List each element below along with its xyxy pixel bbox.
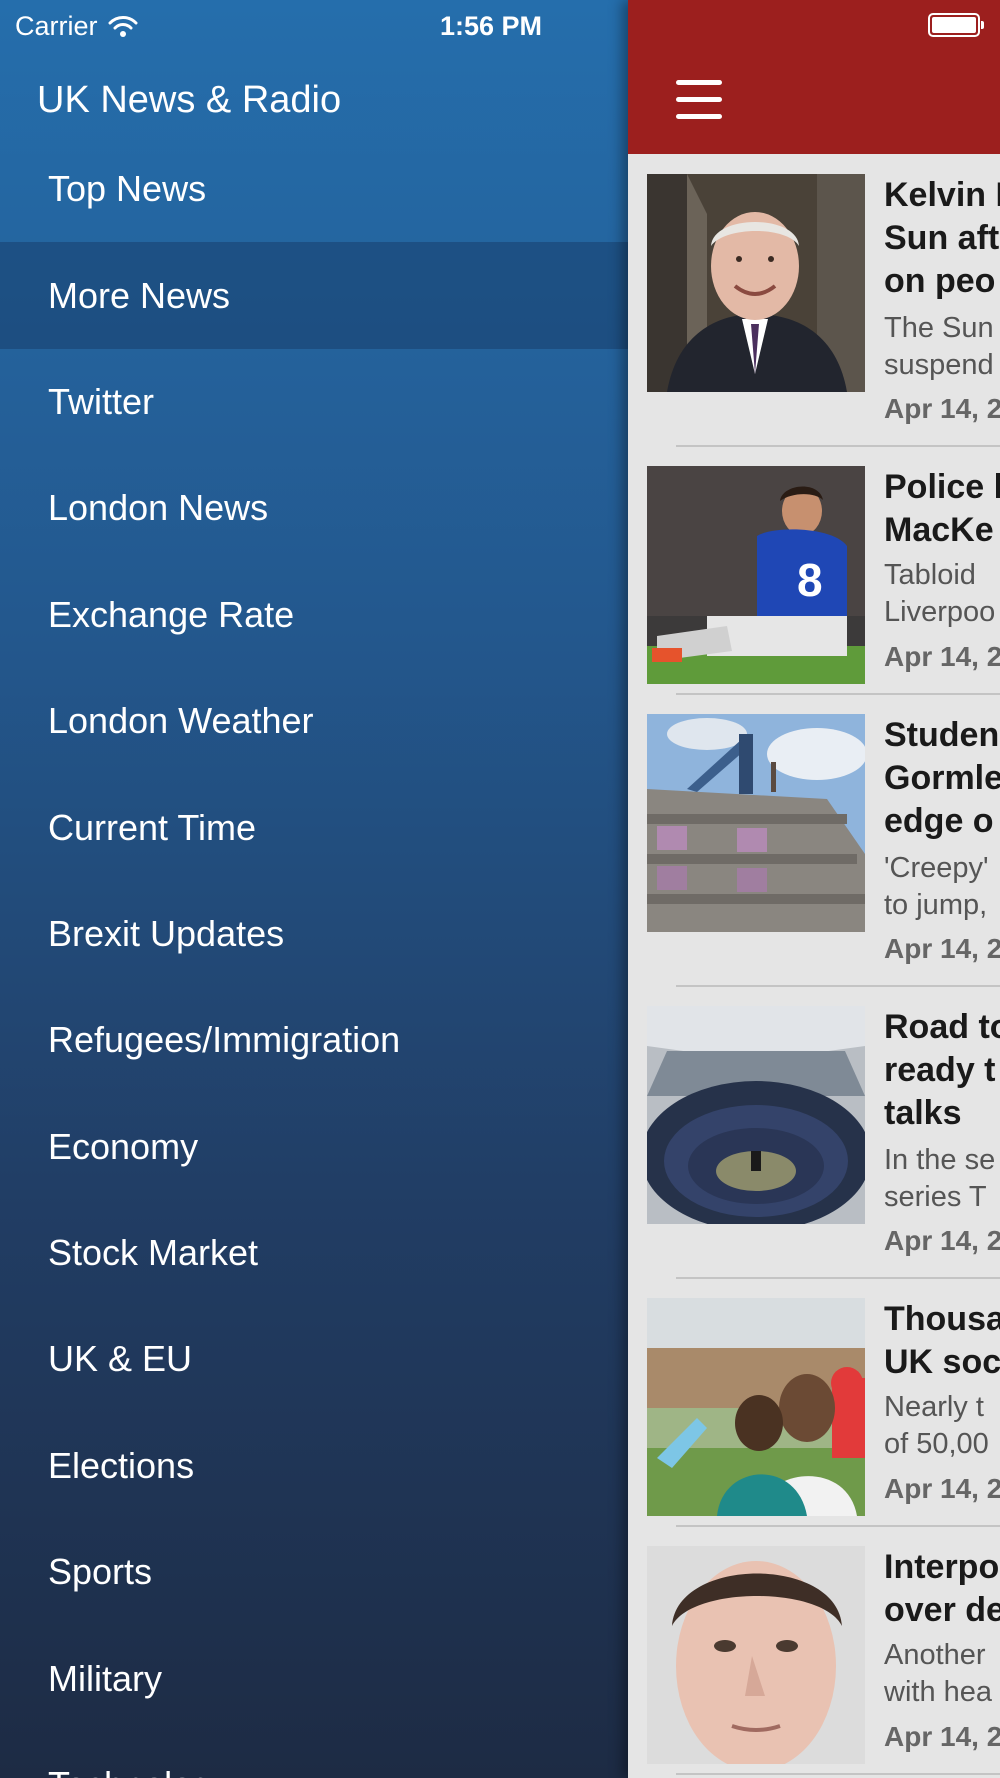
menu-item-label: Current Time	[48, 806, 257, 848]
article-card[interactable]: Interpo over de Another with hea Apr 14,…	[628, 1546, 1000, 1775]
menu-item-twitter[interactable]: Twitter	[0, 349, 628, 455]
article-summary: Tabloid Liverpoo	[884, 559, 996, 628]
carrier-label: Carrier	[15, 10, 98, 41]
side-menu: Carrier 1:56 PM UK News & Radio Top News…	[0, 0, 628, 1778]
article-headline: Thousa UK soc	[884, 1300, 1000, 1381]
navigation-bar	[628, 0, 1000, 154]
article-card[interactable]: Studen Gormle edge o 'Creepy' to jump, A…	[628, 714, 1000, 987]
menu-item-label: Brexit Updates	[48, 912, 285, 954]
menu-item-label: London Weather	[48, 700, 314, 742]
article-date: Apr 14, 2	[884, 1721, 1000, 1752]
menu-item-economy[interactable]: Economy	[0, 1094, 628, 1200]
article-card[interactable]: Kelvin M Sun aft on peo The Sun suspend …	[628, 174, 1000, 447]
status-time: 1:56 PM	[440, 11, 543, 41]
menu-item-military[interactable]: Military	[0, 1625, 628, 1731]
article-thumbnail	[647, 1546, 865, 1764]
battery-icon	[928, 13, 984, 37]
article-headline: Interpo over de	[884, 1548, 1000, 1629]
menu-item-label: More News	[48, 274, 231, 316]
article-thumbnail	[647, 174, 865, 392]
menu-item-stock-market[interactable]: Stock Market	[0, 1200, 628, 1306]
article-card[interactable]: Thousa UK soc Nearly t of 50,00 Apr 14, …	[628, 1298, 1000, 1527]
menu-item-elections[interactable]: Elections	[0, 1413, 628, 1519]
article-summary: Another with hea	[884, 1639, 993, 1708]
menu-item-london-weather[interactable]: London Weather	[0, 668, 628, 774]
menu-item-label: Twitter	[48, 380, 155, 422]
menu-item-label: Top News	[48, 168, 207, 209]
menu-list: Top News More News Twitter London News Excha…	[0, 136, 628, 1778]
menu-item-label: Exchange Rate	[48, 593, 295, 635]
article-summary: The Sun suspend	[884, 312, 994, 381]
hamburger-icon[interactable]	[676, 80, 722, 120]
article-date: Apr 14, 2	[884, 1225, 1000, 1256]
menu-item-label: Stock Market	[48, 1232, 259, 1274]
menu-item-label: UK & EU	[48, 1338, 193, 1380]
menu-item-label: Military	[48, 1657, 162, 1699]
article-headline: Kelvin M Sun aft on peo	[884, 176, 1000, 300]
article-date: Apr 14, 2	[884, 393, 1000, 424]
menu-item-label: London News	[48, 487, 269, 529]
menu-item-label: Sports	[48, 1551, 153, 1593]
svg-text:8: 8	[797, 554, 823, 606]
article-date: Apr 14, 2	[884, 1473, 1000, 1504]
article-summary: 'Creepy' to jump,	[884, 852, 989, 921]
article-thumbnail	[647, 1298, 865, 1516]
menu-item-label: Economy	[48, 1125, 199, 1167]
menu-item-uk-eu[interactable]: UK & EU	[0, 1306, 628, 1412]
article-card[interactable]: Road to ready t talks In the se series T…	[628, 1006, 1000, 1279]
app-title: UK News & Radio	[37, 79, 342, 121]
article-headline: Police l MacKe	[884, 468, 1000, 549]
article-summary: Nearly t of 50,00	[884, 1391, 989, 1460]
article-thumbnail	[647, 1006, 865, 1224]
status-bar-left: Carrier	[15, 8, 138, 44]
article-headline: Road to ready t talks	[884, 1008, 1000, 1132]
menu-item-london-news[interactable]: London News	[0, 455, 628, 561]
menu-item-label: Elections	[48, 1444, 195, 1486]
article-thumbnail	[647, 714, 865, 932]
main-content: Kelvin M Sun aft on peo The Sun suspend …	[628, 0, 1000, 1778]
menu-item-sports[interactable]: Sports	[0, 1519, 628, 1625]
menu-item-more-news[interactable]: More News	[0, 242, 628, 349]
menu-item-top-news[interactable]: Top News	[0, 136, 628, 242]
article-thumbnail: 8	[647, 466, 865, 684]
menu-item-brexit-updates[interactable]: Brexit Updates	[0, 881, 628, 987]
menu-item-exchange-rate[interactable]: Exchange Rate	[0, 562, 628, 668]
menu-item-current-time[interactable]: Current Time	[0, 774, 628, 880]
article-card[interactable]: 8 Police l MacKe Tabloid Liverpoo Apr 14…	[628, 466, 1000, 695]
article-date: Apr 14, 2	[884, 933, 1000, 964]
menu-item-label: Refugees/Immigration	[48, 1019, 401, 1061]
menu-item-refugees-immigration[interactable]: Refugees/Immigration	[0, 987, 628, 1093]
wifi-icon	[108, 16, 138, 37]
article-summary: In the se series T	[884, 1144, 996, 1213]
article-headline: Studen Gormle edge o	[884, 716, 1000, 840]
menu-item-technology[interactable]: Technology	[0, 1732, 628, 1778]
menu-item-label: Technology	[48, 1764, 230, 1778]
article-date: Apr 14, 2	[884, 641, 1000, 672]
